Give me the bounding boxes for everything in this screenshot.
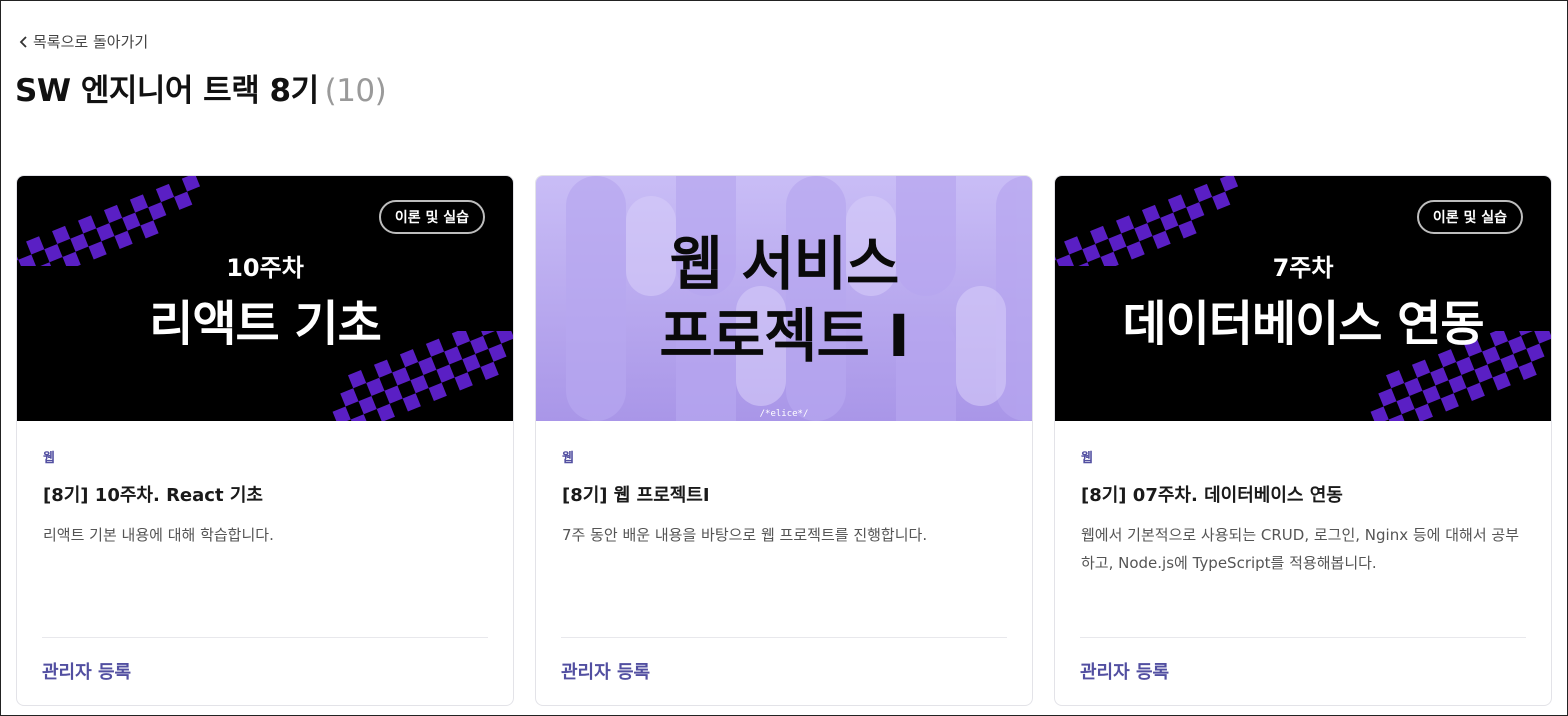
course-thumbnail: 웹 서비스 프로젝트 I /*elice*/ bbox=[536, 176, 1032, 421]
course-description: 7주 동안 배운 내용을 바탕으로 웹 프로젝트를 진행합니다. bbox=[562, 526, 928, 544]
page-title: SW 엔지니어 트랙 8기 (10) bbox=[15, 65, 387, 110]
back-label: 목록으로 돌아가기 bbox=[33, 33, 149, 51]
course-category: 웹 bbox=[43, 451, 55, 466]
back-to-list-link[interactable]: 목록으로 돌아가기 bbox=[17, 31, 148, 52]
course-card[interactable]: 이론 및 실습 10주차 리액트 기초 웹 [8기] 10주차. React 기… bbox=[16, 175, 514, 706]
course-card[interactable]: 웹 서비스 프로젝트 I /*elice*/ 웹 [8기] 웹 프로젝트I 7주… bbox=[535, 175, 1033, 706]
course-description: 웹에서 기본적으로 사용되는 CRUD, 로그인, Nginx 등에 대해서 공… bbox=[1081, 526, 1520, 572]
register-admin-button[interactable]: 관리자 등록 bbox=[42, 658, 131, 684]
card-divider bbox=[42, 637, 488, 638]
thumbnail-week: 10주차 bbox=[226, 254, 304, 282]
course-thumbnail: 이론 및 실습 7주차 데이터베이스 연동 bbox=[1055, 176, 1551, 421]
course-category: 웹 bbox=[1081, 451, 1093, 466]
course-title[interactable]: [8기] 10주차. React 기초 bbox=[43, 481, 487, 507]
track-title: SW 엔지니어 트랙 8기 bbox=[15, 73, 319, 109]
course-title[interactable]: [8기] 07주차. 데이터베이스 연동 bbox=[1081, 481, 1525, 507]
course-description: 리액트 기본 내용에 대해 학습합니다. bbox=[43, 526, 274, 544]
thumbnail-headline: 리액트 기초 bbox=[149, 296, 382, 352]
thumbnail-headline: 웹 서비스 프로젝트 I bbox=[536, 228, 1032, 372]
thumbnail-headline: 데이터베이스 연동 bbox=[1122, 296, 1485, 352]
thumbnail-watermark: /*elice*/ bbox=[759, 409, 809, 419]
thumbnail-week: 7주차 bbox=[1272, 254, 1334, 282]
register-admin-button[interactable]: 관리자 등록 bbox=[1080, 658, 1169, 684]
chevron-left-icon bbox=[19, 35, 27, 48]
course-card-list: 이론 및 실습 10주차 리액트 기초 웹 [8기] 10주차. React 기… bbox=[16, 175, 1552, 706]
course-thumbnail: 이론 및 실습 10주차 리액트 기초 bbox=[17, 176, 513, 421]
headline-line-2: 프로젝트 I bbox=[659, 302, 909, 370]
course-title[interactable]: [8기] 웹 프로젝트I bbox=[562, 481, 1006, 507]
course-type-badge: 이론 및 실습 bbox=[1416, 200, 1523, 234]
course-type-badge: 이론 및 실습 bbox=[378, 200, 485, 234]
course-category: 웹 bbox=[562, 451, 574, 466]
card-divider bbox=[1080, 637, 1526, 638]
headline-line-1: 웹 서비스 bbox=[669, 230, 900, 298]
register-admin-button[interactable]: 관리자 등록 bbox=[561, 658, 650, 684]
card-divider bbox=[561, 637, 1007, 638]
course-card[interactable]: 이론 및 실습 7주차 데이터베이스 연동 웹 [8기] 07주차. 데이터베이… bbox=[1054, 175, 1552, 706]
course-count: (10) bbox=[324, 73, 387, 109]
